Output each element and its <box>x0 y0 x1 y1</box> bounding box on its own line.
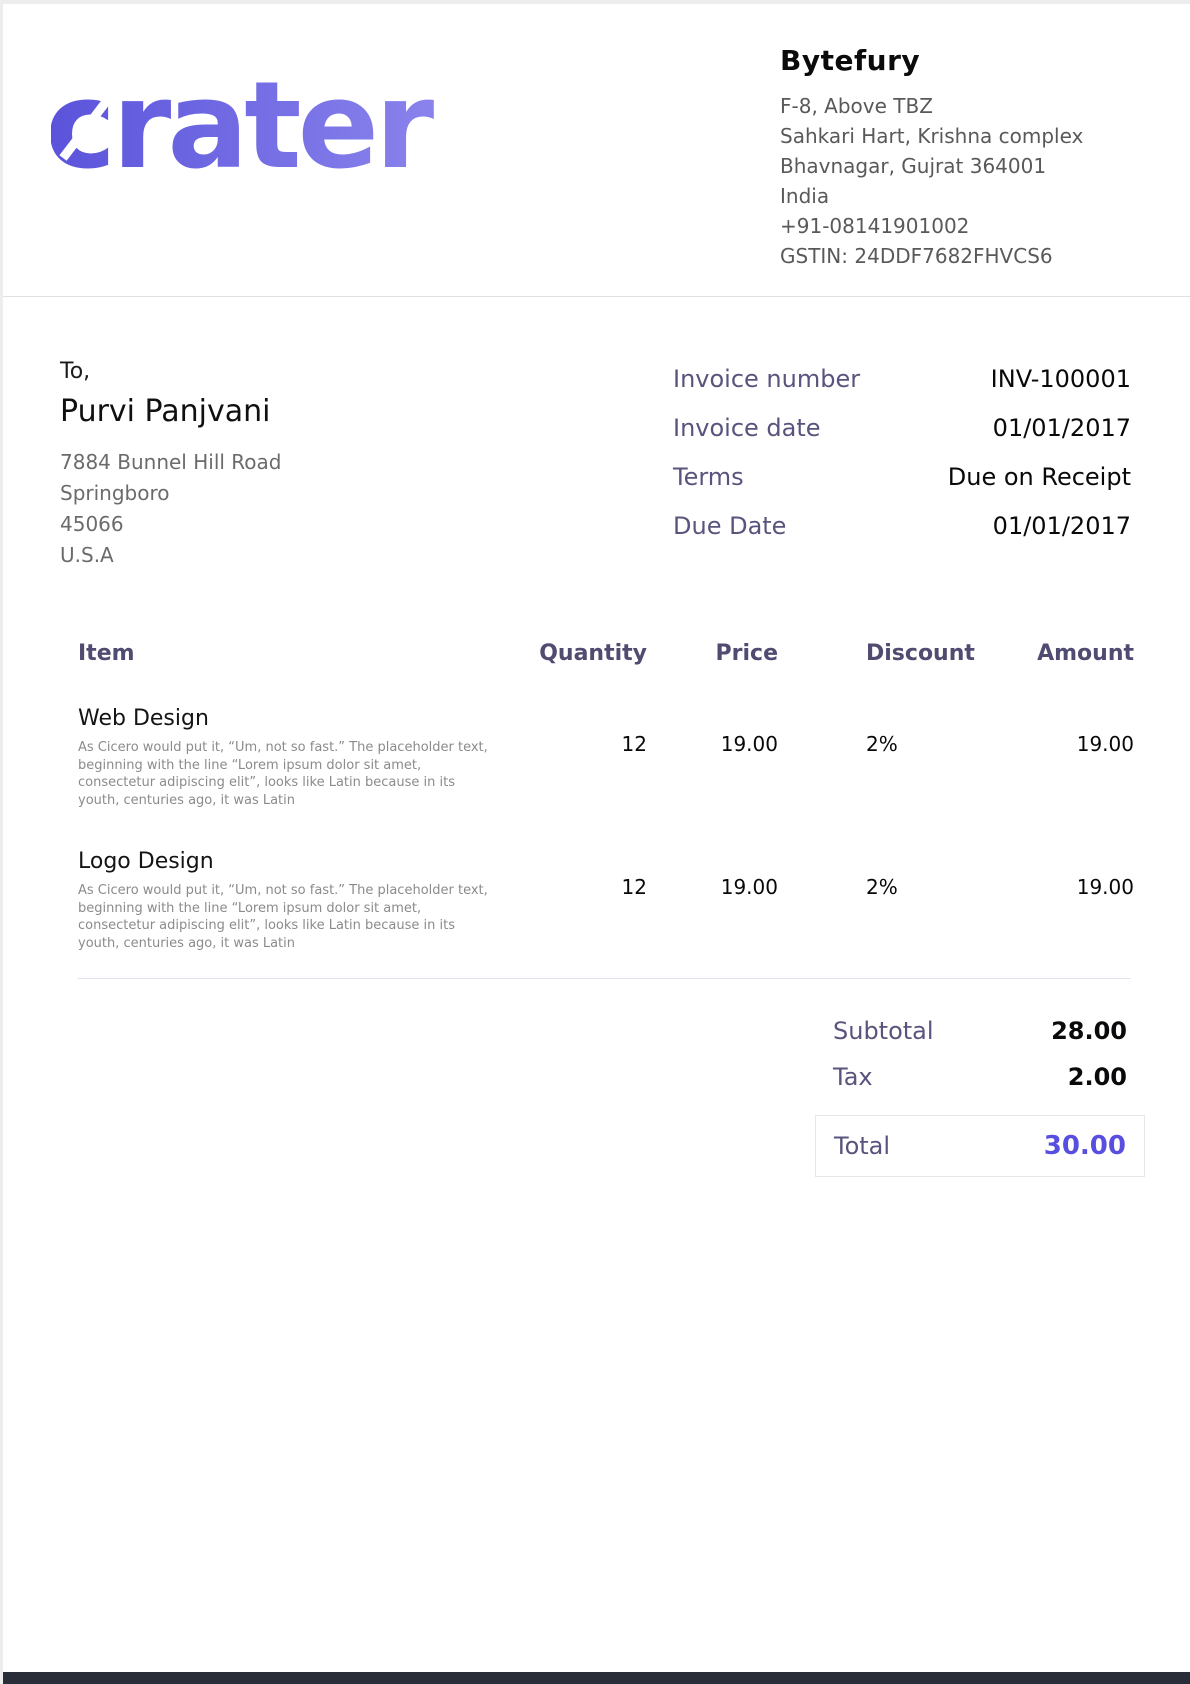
crater-logo: crater <box>51 70 496 194</box>
column-header-discount: Discount <box>778 641 974 666</box>
tax-value: 2.00 <box>1068 1063 1127 1091</box>
company-address-line: Sahkari Hart, Krishna complex <box>780 121 1120 151</box>
invoice-meta-block: Invoice number INV-100001 Invoice date 0… <box>673 365 1131 571</box>
item-quantity: 12 <box>532 706 647 809</box>
column-header-price: Price <box>647 641 778 666</box>
invoice-page: crater Bytefury F-8, Above TBZ Sahkari H… <box>0 0 1190 1684</box>
invoice-date-value: 01/01/2017 <box>993 414 1131 442</box>
svg-text:crater: crater <box>51 70 434 190</box>
item-description: As Cicero would put it, “Um, not so fast… <box>78 739 498 809</box>
customer-address-line: Springboro <box>60 478 281 509</box>
item-discount: 2% <box>778 706 974 809</box>
due-date-row: Due Date 01/01/2017 <box>673 512 1131 540</box>
tax-row: Tax 2.00 <box>815 1063 1145 1091</box>
table-row: Web Design As Cicero would put it, “Um, … <box>78 666 1131 809</box>
customer-name: Purvi Panjvani <box>60 394 281 429</box>
due-date-label: Due Date <box>673 512 786 540</box>
customer-address-line: U.S.A <box>60 540 281 571</box>
company-address-line: India <box>780 181 1120 211</box>
items-table: Item Quantity Price Discount Amount Web … <box>78 641 1131 979</box>
terms-label: Terms <box>673 463 744 491</box>
company-info: Bytefury F-8, Above TBZ Sahkari Hart, Kr… <box>780 44 1120 271</box>
items-divider <box>78 978 1131 979</box>
item-name: Logo Design <box>78 849 532 874</box>
company-address-line: F-8, Above TBZ <box>780 91 1120 121</box>
bill-to-label: To, <box>60 359 281 384</box>
bill-to-block: To, Purvi Panjvani 7884 Bunnel Hill Road… <box>60 359 281 571</box>
invoice-number-row: Invoice number INV-100001 <box>673 365 1131 393</box>
footer-bar <box>3 1672 1190 1684</box>
item-amount: 19.00 <box>974 706 1134 809</box>
item-quantity: 12 <box>532 849 647 952</box>
total-label: Total <box>834 1132 890 1160</box>
company-gstin: GSTIN: 24DDF7682FHVCS6 <box>780 241 1120 271</box>
totals-block: Subtotal 28.00 Tax 2.00 Total 30.00 <box>815 1017 1145 1177</box>
column-header-quantity: Quantity <box>532 641 647 666</box>
item-price: 19.00 <box>647 706 778 809</box>
invoice-header: crater Bytefury F-8, Above TBZ Sahkari H… <box>3 4 1190 297</box>
subtotal-label: Subtotal <box>833 1017 934 1045</box>
subtotal-row: Subtotal 28.00 <box>815 1017 1145 1045</box>
company-address-line: Bhavnagar, Gujrat 364001 <box>780 151 1120 181</box>
total-value: 30.00 <box>1044 1131 1126 1161</box>
item-amount: 19.00 <box>974 849 1134 952</box>
subtotal-value: 28.00 <box>1051 1017 1127 1045</box>
item-cell: Logo Design As Cicero would put it, “Um,… <box>78 849 532 952</box>
invoice-number-value: INV-100001 <box>991 365 1131 393</box>
terms-row: Terms Due on Receipt <box>673 463 1131 491</box>
due-date-value: 01/01/2017 <box>993 512 1131 540</box>
column-header-item: Item <box>78 641 532 666</box>
item-cell: Web Design As Cicero would put it, “Um, … <box>78 706 532 809</box>
company-name: Bytefury <box>780 44 1120 77</box>
invoice-number-label: Invoice number <box>673 365 860 393</box>
items-table-header: Item Quantity Price Discount Amount <box>78 641 1131 666</box>
customer-address-line: 45066 <box>60 509 281 540</box>
tax-label: Tax <box>833 1063 873 1091</box>
item-price: 19.00 <box>647 849 778 952</box>
billing-section: To, Purvi Panjvani 7884 Bunnel Hill Road… <box>3 297 1190 571</box>
table-row: Logo Design As Cicero would put it, “Um,… <box>78 809 1131 952</box>
column-header-amount: Amount <box>974 641 1134 666</box>
invoice-date-row: Invoice date 01/01/2017 <box>673 414 1131 442</box>
company-phone: +91-08141901002 <box>780 211 1120 241</box>
crater-logo-icon: crater <box>51 70 496 190</box>
customer-address-line: 7884 Bunnel Hill Road <box>60 447 281 478</box>
terms-value: Due on Receipt <box>948 463 1131 491</box>
item-name: Web Design <box>78 706 532 731</box>
invoice-date-label: Invoice date <box>673 414 821 442</box>
item-description: As Cicero would put it, “Um, not so fast… <box>78 882 498 952</box>
item-discount: 2% <box>778 849 974 952</box>
total-box: Total 30.00 <box>815 1115 1145 1177</box>
